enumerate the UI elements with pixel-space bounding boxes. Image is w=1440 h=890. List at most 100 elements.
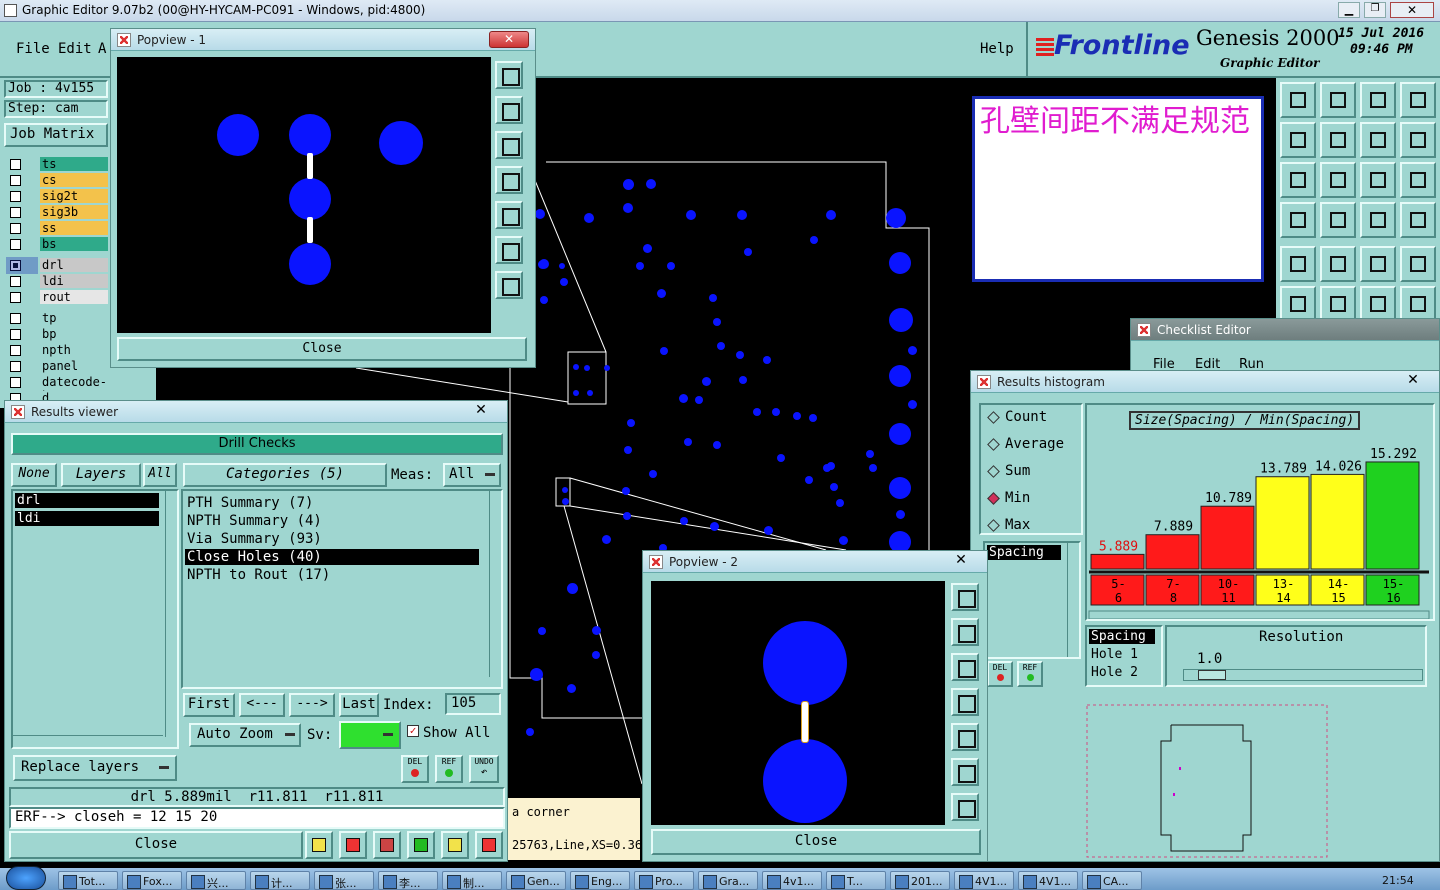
layer-checkbox[interactable] [10, 276, 21, 287]
layer-checkbox[interactable] [10, 207, 21, 218]
histogram-bar[interactable] [1145, 534, 1200, 570]
taskbar-app[interactable]: Gen... [506, 871, 566, 890]
taskbar-app[interactable]: Eng... [570, 871, 630, 890]
tool-home-icon[interactable] [1360, 82, 1396, 118]
layer-checkbox[interactable] [10, 191, 21, 202]
category-item[interactable]: NPTH to Rout (17) [185, 567, 479, 583]
taskbar-app[interactable]: 计... [250, 871, 310, 890]
layer-row-ss[interactable]: ss [8, 221, 108, 236]
category-item[interactable]: PTH Summary (7) [185, 495, 479, 511]
layer-results-list[interactable]: drl ldi [11, 489, 179, 749]
layer-row-panel[interactable]: panel [8, 359, 108, 374]
layer-name[interactable]: tp [40, 311, 108, 325]
layer-row-ts[interactable]: ts [8, 157, 108, 172]
tool-snap2-icon[interactable] [1400, 202, 1436, 238]
histogram-bar[interactable] [1310, 473, 1365, 570]
tool-left-icon[interactable] [1280, 122, 1316, 158]
layer-checkbox[interactable] [10, 345, 21, 356]
tool-right-icon[interactable] [1320, 122, 1356, 158]
sv-select[interactable] [339, 721, 401, 749]
taskbar-app[interactable]: 4V1... [954, 871, 1014, 890]
layer-row-npth[interactable]: npth [8, 343, 108, 358]
popview-2-close-icon[interactable]: ✕ [941, 553, 981, 570]
layer-checkbox[interactable] [10, 223, 21, 234]
taskbar-app[interactable]: T... [826, 871, 886, 890]
taskbar-app[interactable]: Fox... [122, 871, 182, 890]
radio-diamond-icon[interactable] [987, 465, 1000, 478]
stat-option-sum[interactable]: Sum [987, 463, 1077, 481]
taskbar-app[interactable]: Pro... [634, 871, 694, 890]
tool-measure-icon[interactable] [1280, 246, 1316, 282]
stat-option-min[interactable]: Min [987, 490, 1077, 508]
tool-grid-icon[interactable] [1320, 202, 1356, 238]
tool-route-icon[interactable] [1400, 286, 1436, 322]
undo-button[interactable]: UNDO ↶ [469, 755, 499, 783]
tool-snap-icon[interactable] [1360, 202, 1396, 238]
spacing-list-item[interactable]: Spacing [987, 545, 1061, 560]
radio-diamond-icon[interactable] [987, 438, 1000, 451]
replace-layers-select[interactable]: Replace layers [13, 755, 177, 781]
popview-1-zoom-icon-3[interactable] [495, 131, 523, 159]
tool-zoom-icon[interactable] [1320, 162, 1356, 198]
layer-row-cs[interactable]: cs [8, 173, 108, 188]
tool-link-icon[interactable] [1360, 286, 1396, 322]
layer-name[interactable]: cs [40, 173, 108, 187]
layer-checkbox[interactable] [10, 292, 21, 303]
next-button[interactable]: ---> [289, 693, 335, 717]
popview-1-close-icon[interactable]: ✕ [489, 31, 529, 48]
popview-2-zoom-icon-1[interactable] [951, 583, 979, 611]
tool-mirror-icon[interactable] [1360, 122, 1396, 158]
layers-button[interactable]: Layers [61, 463, 141, 487]
taskbar-app[interactable]: 张... [314, 871, 374, 890]
histogram-bar[interactable] [1365, 461, 1420, 570]
stamp-icon[interactable] [305, 831, 333, 859]
menu-file[interactable]: File [16, 41, 50, 57]
layer-name[interactable]: ss [40, 221, 108, 235]
category-item[interactable]: Via Summary (93) [185, 531, 479, 547]
menu-help[interactable]: Help [980, 41, 1014, 57]
stat-option-count[interactable]: Count [987, 409, 1077, 427]
layer-name[interactable]: drl [40, 258, 108, 272]
taskbar-app[interactable]: 李... [378, 871, 438, 890]
popview-2-zoom-icon-2[interactable] [951, 618, 979, 646]
layer-checkbox[interactable] [10, 329, 21, 340]
results-close-icon[interactable]: ✕ [461, 403, 501, 420]
close-window-button[interactable]: ✕ [1390, 2, 1434, 18]
taskbar-app[interactable]: 4V1... [1018, 871, 1078, 890]
layer-name[interactable]: sig2t [40, 189, 108, 203]
taskbar-app[interactable]: CA... [1082, 871, 1142, 890]
layer-row-datecode-bs[interactable]: datecode-bs [8, 375, 108, 403]
del-button[interactable]: DEL [401, 755, 429, 783]
minimize-button[interactable]: ▁ [1338, 2, 1360, 18]
popview-2-close-button[interactable]: Close [651, 829, 981, 855]
tool-ruler-icon[interactable] [1360, 246, 1396, 282]
hist-del-button[interactable]: DEL [987, 661, 1013, 687]
layer-name[interactable]: ts [40, 157, 108, 171]
layer-name[interactable]: sig3b [40, 205, 108, 219]
vertical-scrollbar[interactable] [1067, 543, 1079, 657]
layer-row-rout[interactable]: rout [8, 290, 108, 305]
bar-chart-icon[interactable] [475, 831, 503, 859]
layer-checkbox[interactable] [10, 377, 21, 388]
none-button[interactable]: None [11, 463, 57, 487]
popview-1-close-button[interactable]: Close [117, 337, 527, 361]
layer-row-ldi[interactable]: ldi [8, 274, 108, 289]
job-matrix-button[interactable]: Job Matrix [4, 123, 108, 147]
category-list[interactable]: PTH Summary (7) NPTH Summary (4) Via Summa… [181, 489, 503, 689]
radio-diamond-icon[interactable] [987, 492, 1000, 505]
spacing-list[interactable]: Spacing [983, 541, 1081, 659]
layer-checkbox[interactable] [10, 313, 21, 324]
taskbar-app[interactable]: Gra... [698, 871, 758, 890]
tool-window-icon[interactable] [1400, 82, 1436, 118]
layer-name[interactable]: npth [40, 343, 108, 357]
report-icon[interactable] [339, 831, 367, 859]
tool-layers-icon[interactable] [1280, 202, 1316, 238]
popview-1-canvas[interactable] [117, 57, 491, 333]
histogram-bar[interactable] [1200, 505, 1255, 570]
taskbar-app[interactable]: Tot... [58, 871, 118, 890]
stat-option-max[interactable]: Max [987, 517, 1077, 535]
layer-name[interactable]: ldi [40, 274, 108, 288]
slider-thumb[interactable] [1198, 670, 1226, 680]
popview-2-zoom-icon-5[interactable] [951, 723, 979, 751]
categories-button[interactable]: Categories (5) [183, 463, 387, 487]
